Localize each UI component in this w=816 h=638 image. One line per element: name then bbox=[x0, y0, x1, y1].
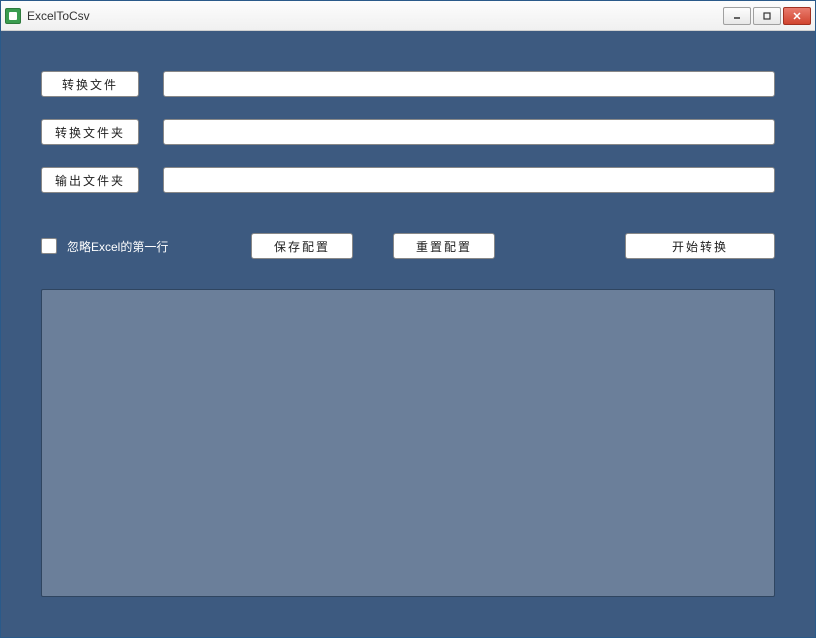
start-convert-button[interactable]: 开始转换 bbox=[625, 233, 775, 259]
action-row: 忽略Excel的第一行 保存配置 重置配置 开始转换 bbox=[41, 233, 775, 259]
convert-folder-row: 转换文件夹 bbox=[41, 119, 775, 145]
app-icon bbox=[5, 8, 21, 24]
ignore-first-row-label: 忽略Excel的第一行 bbox=[67, 238, 168, 255]
close-button[interactable] bbox=[783, 7, 811, 25]
action-buttons-left: 保存配置 重置配置 bbox=[251, 233, 495, 259]
output-folder-input[interactable] bbox=[163, 167, 775, 193]
titlebar: ExcelToCsv bbox=[1, 1, 815, 31]
convert-file-button[interactable]: 转换文件 bbox=[41, 71, 139, 97]
output-folder-row: 输出文件夹 bbox=[41, 167, 775, 193]
close-icon bbox=[792, 11, 802, 21]
ignore-first-row-checkbox[interactable] bbox=[41, 238, 57, 254]
minimize-icon bbox=[732, 11, 742, 21]
maximize-button[interactable] bbox=[753, 7, 781, 25]
convert-folder-input[interactable] bbox=[163, 119, 775, 145]
reset-config-button[interactable]: 重置配置 bbox=[393, 233, 495, 259]
log-output[interactable] bbox=[41, 289, 775, 597]
convert-file-input[interactable] bbox=[163, 71, 775, 97]
content-area: 转换文件 转换文件夹 输出文件夹 忽略Excel的第一行 保存配置 重置配置 bbox=[1, 31, 815, 637]
app-window: ExcelToCsv 转换文件 转换文件夹 输出文件夹 bbox=[0, 0, 816, 638]
convert-folder-button[interactable]: 转换文件夹 bbox=[41, 119, 139, 145]
minimize-button[interactable] bbox=[723, 7, 751, 25]
window-controls bbox=[723, 7, 811, 25]
form-rows: 转换文件 转换文件夹 输出文件夹 bbox=[41, 71, 775, 193]
output-folder-button[interactable]: 输出文件夹 bbox=[41, 167, 139, 193]
ignore-first-row-group: 忽略Excel的第一行 bbox=[41, 238, 251, 255]
save-config-button[interactable]: 保存配置 bbox=[251, 233, 353, 259]
convert-file-row: 转换文件 bbox=[41, 71, 775, 97]
window-title: ExcelToCsv bbox=[27, 9, 723, 23]
maximize-icon bbox=[762, 11, 772, 21]
